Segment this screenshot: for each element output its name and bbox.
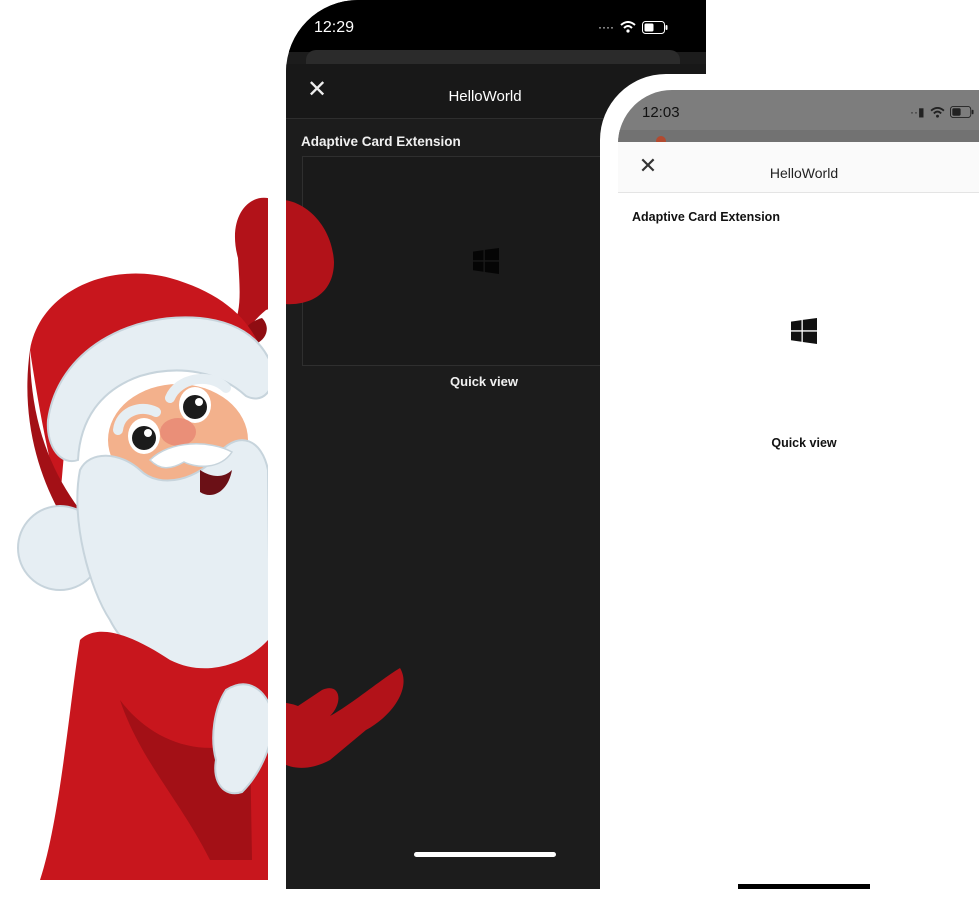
santa-illustration [17,180,404,889]
signal-icon: ···· [598,20,614,34]
signal-icon: ··▮ [910,105,925,119]
panel-title: HelloWorld [769,165,839,181]
sheet-peek [618,130,979,142]
windows-logo-icon [791,318,817,344]
panel-header: ✕ HelloWorld [618,142,979,193]
windows-logo-icon [473,248,499,274]
status-icons: ··▮ [910,105,974,119]
home-indicator [414,852,556,857]
battery-icon [949,106,974,118]
wifi-icon [930,106,945,118]
quick-view-button[interactable]: Quick view [736,436,872,450]
home-indicator [738,884,870,889]
quick-view-button[interactable]: Quick view [416,374,552,389]
section-title: Adaptive Card Extension [632,210,780,224]
status-bar: 12:29 ···· [286,0,706,52]
light-phone-screen: 12:03 ··▮ ✕ HelloWorld Adaptive Card Ext… [618,90,979,900]
status-time: 12:03 [642,104,680,121]
sheet-peek [306,50,680,64]
status-icons: ···· [598,20,668,34]
status-time: 12:29 [314,19,355,36]
battery-icon [641,20,668,34]
section-title: Adaptive Card Extension [301,134,461,149]
wifi-icon [620,21,636,33]
